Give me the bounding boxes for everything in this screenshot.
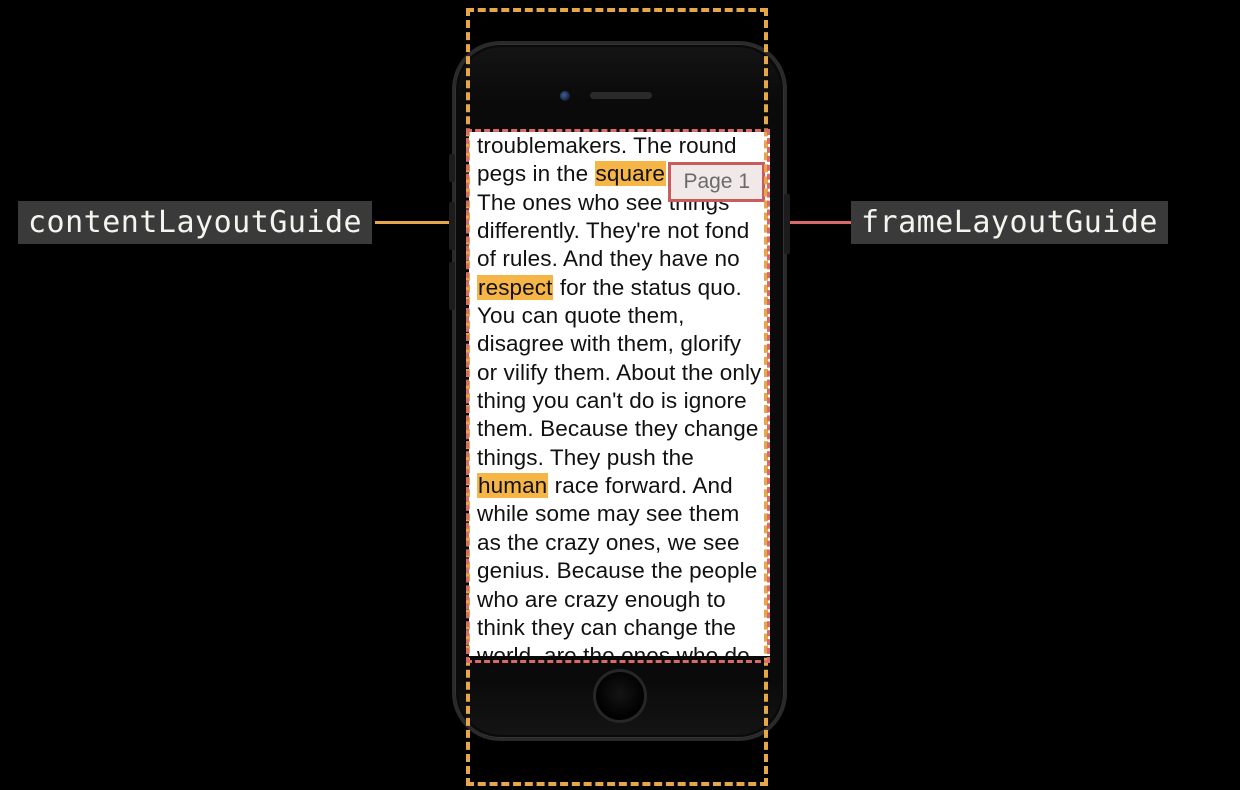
scrollable-text-content[interactable]: troublemakers. The round pegs in the squ… (469, 132, 770, 656)
mute-switch (449, 154, 455, 182)
speaker-grill (590, 92, 652, 99)
iphone-mockup: troublemakers. The round pegs in the squ… (452, 41, 787, 741)
home-button[interactable] (593, 669, 647, 723)
content-layout-guide-label: contentLayoutGuide (18, 201, 372, 244)
frame-layout-guide-label: frameLayoutGuide (851, 201, 1168, 244)
highlighted-word: human (477, 473, 548, 498)
front-camera (560, 91, 570, 101)
body-text: race forward. And while some may see the… (477, 473, 757, 656)
highlighted-word: respect (477, 275, 553, 300)
volume-down-button (449, 262, 455, 310)
volume-up-button (449, 202, 455, 250)
page-indicator-badge: Page 1 (668, 162, 765, 202)
power-button (784, 194, 790, 254)
body-text: for the status quo. You can quote them, … (477, 275, 761, 470)
phone-screen[interactable]: troublemakers. The round pegs in the squ… (469, 132, 770, 656)
highlighted-word: square (595, 161, 666, 186)
